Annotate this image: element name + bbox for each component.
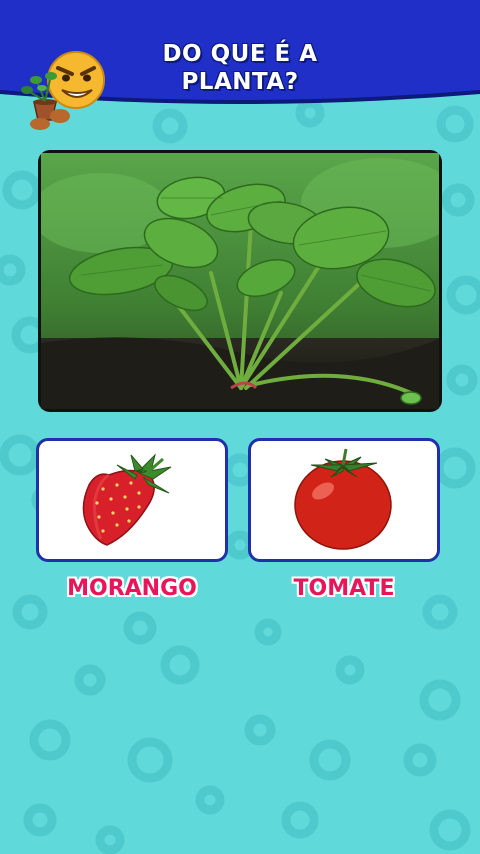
strawberry-icon: [82, 453, 172, 546]
question-line-1: DO QUE É A: [162, 41, 318, 67]
option-card-morango[interactable]: [36, 438, 228, 562]
question-title: DO QUE É A PLANTA?: [120, 40, 360, 96]
option-card-tomate[interactable]: [248, 438, 440, 562]
plant-photo: [38, 150, 442, 412]
tomato-icon: [294, 448, 392, 550]
option-label-tomate[interactable]: TOMATE: [248, 576, 440, 601]
mascot-emoji-icon: [21, 51, 105, 130]
option-label-morango[interactable]: MORANGO: [36, 576, 228, 601]
question-line-2: PLANTA?: [181, 69, 299, 95]
strawberry-plant-image: [41, 153, 439, 409]
